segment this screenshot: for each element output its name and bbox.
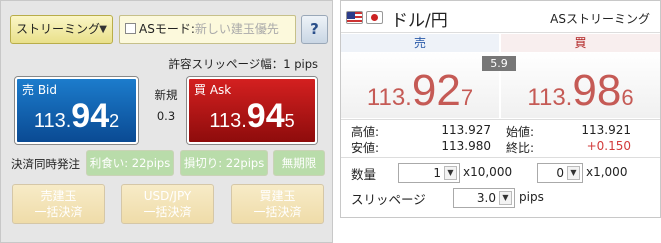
ask-label: 買 Ask xyxy=(194,83,232,97)
high-label: 高値: xyxy=(351,125,380,139)
unlimited-button[interactable]: 無期限 xyxy=(273,150,325,176)
order-type-label: ストリーミング xyxy=(16,22,101,36)
bulk-settle-pair-button[interactable]: USD/JPY 一括決済 xyxy=(121,184,214,224)
divider xyxy=(341,119,660,120)
help-button[interactable]: ? xyxy=(301,15,328,44)
simultaneous-settle-label: 決済同時発注 xyxy=(11,157,80,171)
order-type-dropdown[interactable]: ストリーミング ▼ xyxy=(10,15,113,44)
slippage-label: スリッページ xyxy=(351,192,426,207)
bid-price: 113.942 xyxy=(33,97,120,135)
chevron-down-icon[interactable]: ▼ xyxy=(499,191,512,205)
new-order-label: 新規 xyxy=(154,88,178,102)
low-label: 安値: xyxy=(351,141,380,155)
quantity-10k-unit: x10,000 xyxy=(463,165,513,179)
slippage-stepper[interactable]: 3.0 ▼ xyxy=(453,188,515,208)
currency-pair-title: ドル/円 xyxy=(391,11,448,31)
buy-column-header: 買 xyxy=(501,34,660,52)
buy-ask-button[interactable]: 買 Ask 113.945 xyxy=(187,77,317,144)
high-value: 113.927 xyxy=(441,123,491,137)
change-value: +0.150 xyxy=(586,139,631,153)
quantity-1k-unit: x1,000 xyxy=(586,165,628,179)
sell-column-header: 売 xyxy=(341,34,499,52)
as-mode-placeholder: 新しい建玉優先 xyxy=(194,22,279,36)
quantity-label: 数量 xyxy=(351,167,377,182)
spread-badge: 5.9 xyxy=(482,56,516,71)
spread-value: 0.3 xyxy=(156,109,176,123)
divider xyxy=(341,157,660,158)
bid-label: 売 Bid xyxy=(22,83,57,97)
sell-bid-button[interactable]: 売 Bid 113.942 xyxy=(15,77,138,144)
slippage-unit: pips xyxy=(519,190,544,204)
buy-price: 113.986 xyxy=(527,66,634,115)
quantity-1k-stepper[interactable]: 0 ▼ xyxy=(537,163,583,183)
as-mode-checkbox[interactable] xyxy=(125,23,136,34)
right-rate-panel: ドル/円 ASストリーミング 売 買 113.927 113.986 5.9 高… xyxy=(340,0,661,218)
as-mode-field[interactable]: ASモード:新しい建玉優先 xyxy=(119,15,296,44)
as-mode-label: ASモード: xyxy=(139,22,195,36)
buy-price-button[interactable]: 113.986 xyxy=(501,52,660,118)
quantity-10k-stepper[interactable]: 1 ▼ xyxy=(398,163,460,183)
slippage-allowance-text: 許容スリッページ幅：1 pips xyxy=(168,57,318,71)
change-label: 終比: xyxy=(506,141,535,155)
jp-flag-icon xyxy=(366,11,383,24)
low-value: 113.980 xyxy=(441,139,491,153)
sell-price-button[interactable]: 113.927 xyxy=(341,52,499,118)
order-mode-label: ASストリーミング xyxy=(550,12,650,26)
chevron-down-icon[interactable]: ▼ xyxy=(444,166,457,180)
bulk-settle-buy-button[interactable]: 買建玉 一括決済 xyxy=(231,184,324,224)
ask-price: 113.945 xyxy=(209,97,295,135)
stop-loss-button[interactable]: 損切り: 22pips xyxy=(180,150,268,176)
chevron-down-icon: ▼ xyxy=(99,24,107,35)
sell-price: 113.927 xyxy=(366,66,474,115)
open-value: 113.921 xyxy=(581,123,631,137)
take-profit-button[interactable]: 利食い: 22pips xyxy=(86,150,174,176)
rate-panel-header: ドル/円 ASストリーミング xyxy=(341,1,660,33)
us-flag-icon xyxy=(346,11,363,24)
chevron-down-icon[interactable]: ▼ xyxy=(567,166,580,180)
open-label: 始値: xyxy=(506,125,535,139)
bulk-settle-sell-button[interactable]: 売建玉 一括決済 xyxy=(12,184,105,224)
left-trade-panel: ストリーミング ▼ ASモード:新しい建玉優先 ? 許容スリッページ幅：1 pi… xyxy=(0,0,333,243)
